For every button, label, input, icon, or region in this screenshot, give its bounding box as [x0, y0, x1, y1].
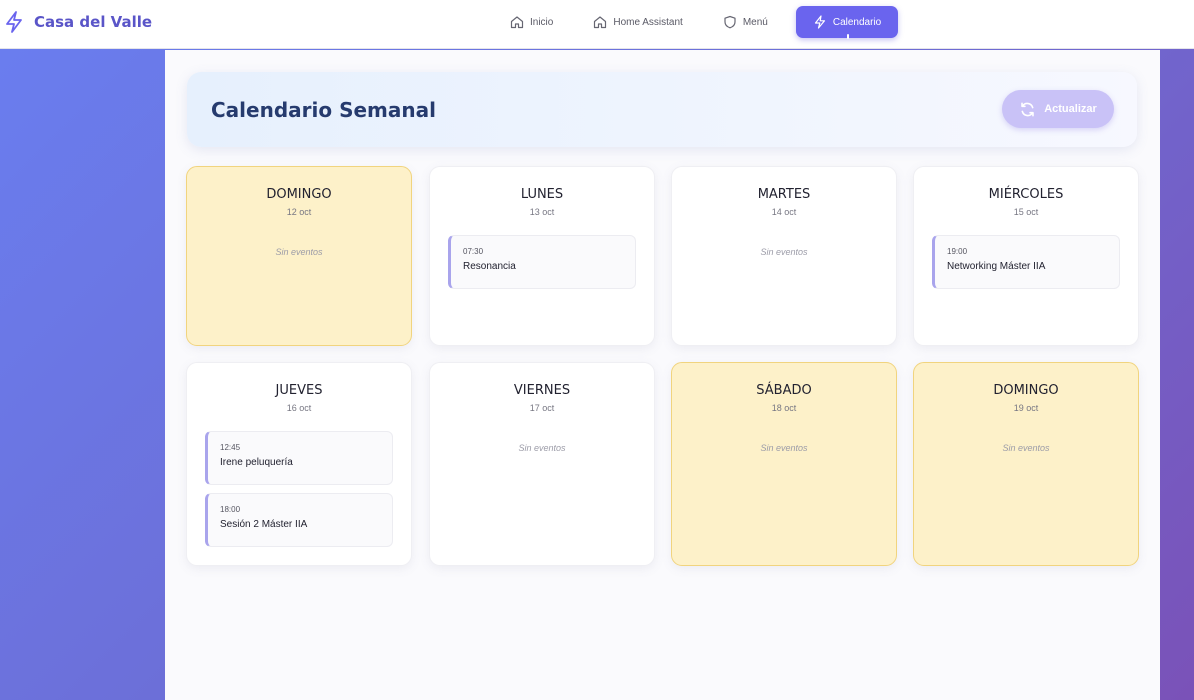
day-name: LUNES [520, 187, 564, 202]
day-name: JUEVES [275, 383, 323, 398]
nav-item-home-assistant[interactable]: Home Assistant [581, 6, 694, 38]
lightning-icon [6, 11, 22, 33]
nav-label: Menú [742, 16, 768, 28]
event-item[interactable]: 19:00 Networking Máster IIA [932, 235, 1120, 289]
event-title: Resonancia [463, 261, 516, 272]
day-name: DOMINGO [993, 383, 1059, 398]
day-card: LUNES 13 oct 07:30 Resonancia [429, 166, 655, 346]
nav-item-menu[interactable]: Menú [711, 6, 780, 38]
event-list: 07:30 Resonancia [430, 235, 654, 289]
day-name: MIÉRCOLES [988, 187, 1064, 202]
lightning-icon [814, 15, 825, 29]
brand-name: Casa del Valle [34, 13, 153, 31]
main-content: Calendario Semanal Actualizar DOMINGO 12 … [165, 50, 1160, 700]
day-date: 13 oct [529, 207, 555, 217]
page-title: Calendario Semanal [211, 98, 436, 122]
event-item[interactable]: 12:45 Irene peluquería [205, 431, 393, 485]
nav-item-calendario[interactable]: Calendario [795, 6, 899, 39]
no-events-label: Sin eventos [1002, 443, 1050, 453]
nav-label: Calendario [832, 16, 882, 28]
event-time: 07:30 [463, 247, 484, 256]
no-events-label: Sin eventos [760, 247, 808, 257]
event-title: Irene peluquería [220, 457, 293, 468]
refresh-icon [1021, 102, 1034, 116]
main-nav: Inicio Home Assistant Menú Calendario [498, 6, 914, 39]
event-title: Sesión 2 Máster IIA [220, 519, 308, 530]
day-card: MIÉRCOLES 15 oct 19:00 Networking Máster II… [913, 166, 1139, 346]
nav-label: Home Assistant [613, 16, 683, 28]
event-time: 19:00 [947, 247, 968, 256]
calendar-header: Calendario Semanal Actualizar [187, 72, 1137, 147]
day-name: MARTES [757, 187, 811, 202]
event-time: 12:45 [220, 443, 241, 452]
day-name: SÁBADO [756, 383, 812, 398]
no-events-label: Sin eventos [275, 247, 323, 257]
day-name: DOMINGO [266, 187, 332, 202]
no-events-label: Sin eventos [518, 443, 566, 453]
nav-item-inicio[interactable]: Inicio [498, 6, 565, 38]
day-card: DOMINGO 19 oct Sin eventos [913, 362, 1139, 566]
refresh-button[interactable]: Actualizar [1002, 90, 1114, 128]
home-icon [594, 16, 607, 29]
event-item[interactable]: 07:30 Resonancia [448, 235, 636, 289]
event-list: 19:00 Networking Máster IIA [914, 235, 1138, 289]
day-date: 12 oct [286, 207, 312, 217]
home-icon [510, 16, 524, 29]
day-card: VIERNES 17 oct Sin eventos [429, 362, 655, 566]
day-card: DOMINGO 12 oct Sin eventos [186, 166, 412, 346]
day-date: 16 oct [286, 403, 312, 413]
nav-label: Inicio [530, 16, 554, 28]
day-date: 19 oct [1013, 403, 1039, 413]
day-date: 14 oct [771, 207, 797, 217]
refresh-label: Actualizar [1044, 103, 1097, 115]
day-card: MARTES 14 oct Sin eventos [671, 166, 897, 346]
no-events-label: Sin eventos [760, 443, 808, 453]
event-list: 12:45 Irene peluquería 18:00 Sesión 2 Máste… [187, 431, 411, 547]
shield-icon [724, 15, 736, 29]
event-title: Networking Máster IIA [947, 261, 1046, 272]
day-card: JUEVES 16 oct 12:45 Irene peluquería 18:00 Se… [186, 362, 412, 566]
day-card: SÁBADO 18 oct Sin eventos [671, 362, 897, 566]
day-date: 15 oct [1013, 207, 1039, 217]
event-item[interactable]: 18:00 Sesión 2 Máster IIA [205, 493, 393, 547]
event-time: 18:00 [220, 505, 241, 514]
top-navbar: Casa del Valle Inicio Home Assistant Men… [0, 0, 1194, 49]
day-date: 17 oct [529, 403, 555, 413]
day-name: VIERNES [513, 383, 571, 398]
day-date: 18 oct [771, 403, 797, 413]
brand[interactable]: Casa del Valle [4, 10, 152, 34]
